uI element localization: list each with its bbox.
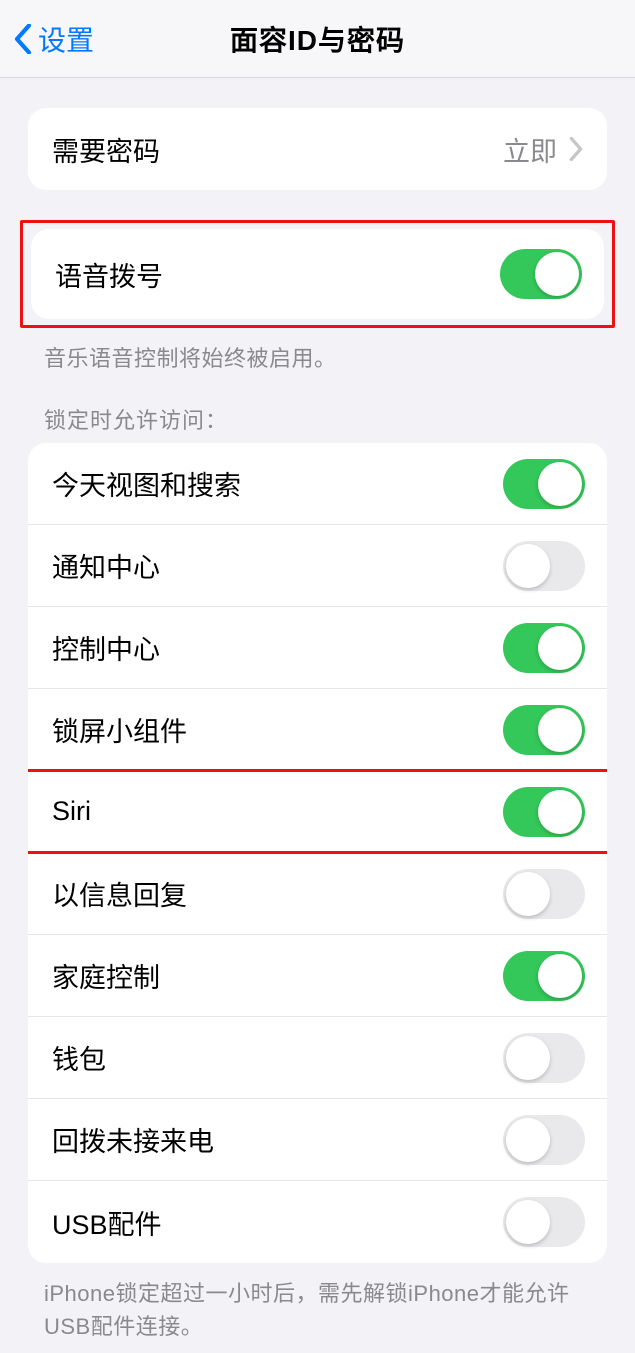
lock-toggle-siri[interactable] <box>503 787 585 837</box>
lock-row-control: 控制中心 <box>28 607 607 689</box>
lock-toggle-control[interactable] <box>503 623 585 673</box>
lock-row-label: 钱包 <box>52 1038 503 1077</box>
lock-access-group: 今天视图和搜索通知中心控制中心锁屏小组件 Siri 以信息回复家庭控制钱包回拨未接来… <box>28 443 607 1263</box>
lock-row-label: 今天视图和搜索 <box>52 464 503 503</box>
voice-dial-label: 语音拨号 <box>55 255 500 294</box>
lock-row-label: 回拨未接来电 <box>52 1120 503 1159</box>
lock-row-callback: 回拨未接来电 <box>28 1099 607 1181</box>
lock-row-home: 家庭控制 <box>28 935 607 1017</box>
lock-toggle-home[interactable] <box>503 951 585 1001</box>
lock-toggle-usb[interactable] <box>503 1197 585 1247</box>
lock-row-usb: USB配件 <box>28 1181 607 1263</box>
lock-row-label: 家庭控制 <box>52 956 503 995</box>
lock-toggle-wallet[interactable] <box>503 1033 585 1083</box>
lock-row-notif: 通知中心 <box>28 525 607 607</box>
lock-row-label: Siri <box>52 796 503 827</box>
chevron-right-icon <box>567 134 585 164</box>
lock-row-label: 控制中心 <box>52 628 503 667</box>
page-title: 面容ID与密码 <box>230 19 405 59</box>
lock-row-label: 通知中心 <box>52 546 503 585</box>
lock-row-siri: Siri <box>28 771 607 853</box>
lock-toggle-today[interactable] <box>503 459 585 509</box>
navigation-bar: 设置 面容ID与密码 <box>0 0 635 78</box>
lock-row-wallet: 钱包 <box>28 1017 607 1099</box>
lock-row-label: 锁屏小组件 <box>52 710 503 749</box>
lock-row-label: USB配件 <box>52 1203 503 1242</box>
require-passcode-label: 需要密码 <box>52 130 503 169</box>
voice-dial-group: 语音拨号 <box>31 229 604 319</box>
voice-dial-footer: 音乐语音控制将始终被启用。 <box>44 342 591 375</box>
require-passcode-group: 需要密码 立即 <box>28 108 607 190</box>
lock-access-header: 锁定时允许访问： <box>44 403 591 435</box>
chevron-left-icon <box>10 19 36 59</box>
require-passcode-row[interactable]: 需要密码 立即 <box>28 108 607 190</box>
require-passcode-value: 立即 <box>503 130 557 169</box>
lock-toggle-notif[interactable] <box>503 541 585 591</box>
lock-row-label: 以信息回复 <box>52 874 503 913</box>
lock-toggle-reply[interactable] <box>503 869 585 919</box>
lock-row-today: 今天视图和搜索 <box>28 443 607 525</box>
voice-dial-row: 语音拨号 <box>31 229 604 319</box>
lock-toggle-callback[interactable] <box>503 1115 585 1165</box>
voice-dial-toggle[interactable] <box>500 249 582 299</box>
lock-row-reply: 以信息回复 <box>28 853 607 935</box>
back-button[interactable]: 设置 <box>10 0 94 77</box>
lock-toggle-widgets[interactable] <box>503 705 585 755</box>
back-label: 设置 <box>38 19 94 59</box>
usb-footer: iPhone锁定超过一小时后，需先解锁iPhone才能允许USB配件连接。 <box>44 1277 591 1343</box>
lock-row-widgets: 锁屏小组件 <box>28 689 607 771</box>
voice-dial-highlight: 语音拨号 <box>20 220 615 328</box>
